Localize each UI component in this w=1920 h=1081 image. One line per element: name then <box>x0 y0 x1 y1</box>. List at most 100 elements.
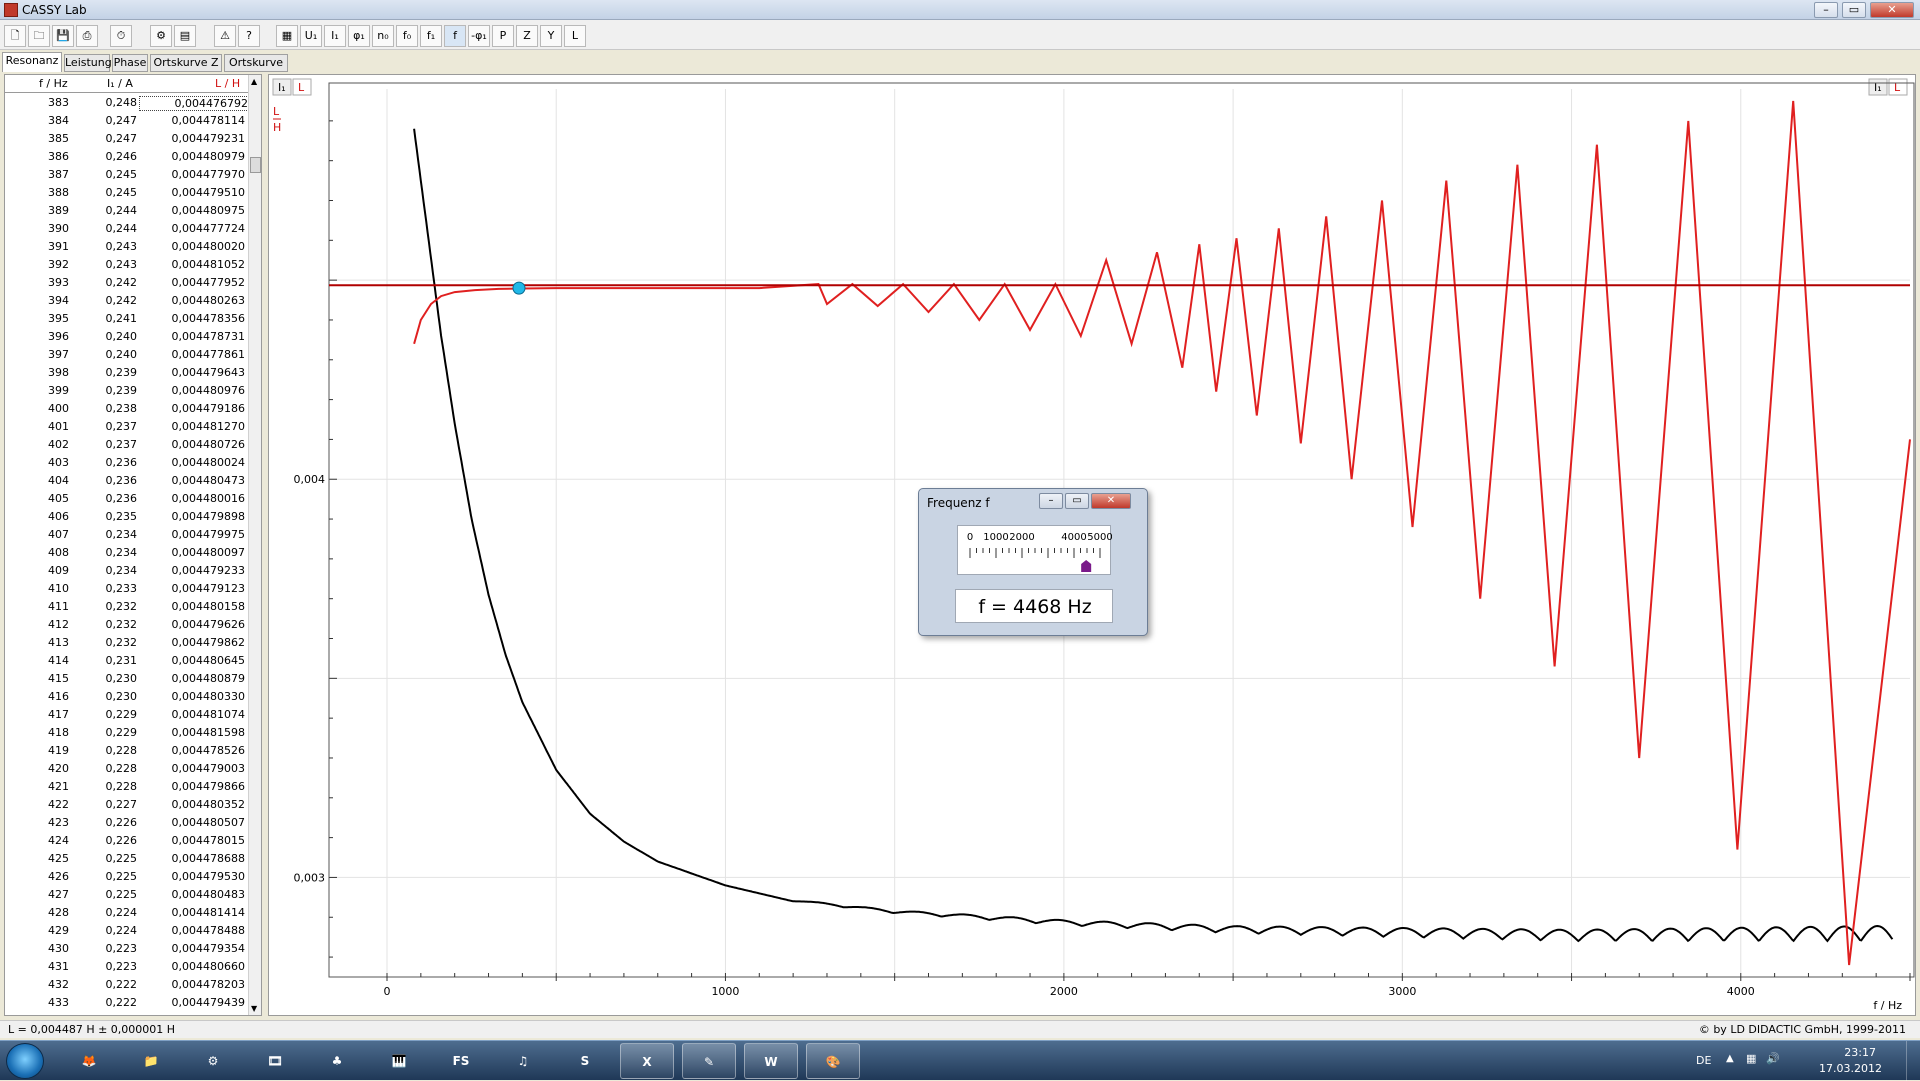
table-row[interactable]: 418 0,229 0,004481598 <box>5 724 250 742</box>
frequency-window-maximize[interactable]: ▭ <box>1065 493 1089 509</box>
quantity-button-10[interactable]: Y <box>540 25 562 47</box>
table-row[interactable]: 405 0,236 0,004480016 <box>5 490 250 508</box>
table-row[interactable]: 420 0,228 0,004479003 <box>5 760 250 778</box>
table-row[interactable]: 387 0,245 0,004477970 <box>5 166 250 184</box>
table-row[interactable]: 416 0,230 0,004480330 <box>5 688 250 706</box>
tab-ortskurve-z[interactable]: Ortskurve Z <box>150 54 222 72</box>
quantity-button-2[interactable]: φ₁ <box>348 25 370 47</box>
scroll-down-icon[interactable]: ▼ <box>251 1004 257 1013</box>
table-row[interactable]: 399 0,239 0,004480976 <box>5 382 250 400</box>
save-icon[interactable]: 💾 <box>52 25 74 47</box>
tray-expand-icon[interactable]: ▲ <box>1726 1053 1734 1064</box>
taskbar-firefox-icon[interactable]: 🦊 <box>62 1043 116 1079</box>
table-row[interactable]: 413 0,232 0,004479862 <box>5 634 250 652</box>
quantity-button-1[interactable]: I₁ <box>324 25 346 47</box>
table-row[interactable]: 392 0,243 0,004481052 <box>5 256 250 274</box>
table-row[interactable]: 394 0,242 0,004480263 <box>5 292 250 310</box>
taskbar-word-icon[interactable]: W <box>744 1043 798 1079</box>
settings-icon[interactable]: ⚙ <box>150 25 172 47</box>
table-row[interactable]: 411 0,232 0,004480158 <box>5 598 250 616</box>
quantity-button-9[interactable]: Z <box>516 25 538 47</box>
table-row[interactable]: 415 0,230 0,004480879 <box>5 670 250 688</box>
quantity-button-0[interactable]: U₁ <box>300 25 322 47</box>
table-row[interactable]: 407 0,234 0,004479975 <box>5 526 250 544</box>
table-row[interactable]: 414 0,231 0,004480645 <box>5 652 250 670</box>
table-row[interactable]: 404 0,236 0,004480473 <box>5 472 250 490</box>
column-header-f[interactable]: f / Hz <box>39 77 68 90</box>
quantity-button-4[interactable]: f₀ <box>396 25 418 47</box>
table-row[interactable]: 417 0,229 0,004481074 <box>5 706 250 724</box>
table-row[interactable]: 401 0,237 0,004481270 <box>5 418 250 436</box>
table-row[interactable]: 383 0,248 0,004476792 <box>5 94 250 112</box>
table-row[interactable]: 398 0,239 0,004479643 <box>5 364 250 382</box>
table-row[interactable]: 425 0,225 0,004478688 <box>5 850 250 868</box>
quantity-button-8[interactable]: P <box>492 25 514 47</box>
table-row[interactable]: 428 0,224 0,004481414 <box>5 904 250 922</box>
taskbar-games-icon[interactable]: ♣ <box>310 1043 364 1079</box>
close-button[interactable]: ✕ <box>1870 2 1914 18</box>
table-row[interactable]: 396 0,240 0,004478731 <box>5 328 250 346</box>
frequency-pointer-icon[interactable] <box>1081 560 1092 572</box>
table-row[interactable]: 385 0,247 0,004479231 <box>5 130 250 148</box>
help-icon[interactable]: ? <box>238 25 260 47</box>
taskbar-itunes-icon[interactable]: ♫ <box>496 1043 550 1079</box>
table-row[interactable]: 390 0,244 0,004477724 <box>5 220 250 238</box>
table-row[interactable]: 421 0,228 0,004479866 <box>5 778 250 796</box>
table-row[interactable]: 430 0,223 0,004479354 <box>5 940 250 958</box>
speaker-icon[interactable]: 🔊 <box>1766 1052 1780 1065</box>
frequency-window-minimize[interactable]: – <box>1039 493 1063 509</box>
table-row[interactable]: 400 0,238 0,004479186 <box>5 400 250 418</box>
taskbar-piano-icon[interactable]: 🎹 <box>372 1043 426 1079</box>
table-scrollbar[interactable]: ▲ ▼ <box>248 75 261 1015</box>
column-header-l[interactable]: L / H <box>215 77 240 90</box>
table-row[interactable]: 432 0,222 0,004478203 <box>5 976 250 994</box>
table-row[interactable]: 419 0,228 0,004478526 <box>5 742 250 760</box>
table-row[interactable]: 391 0,243 0,004480020 <box>5 238 250 256</box>
table-row[interactable]: 389 0,244 0,004480975 <box>5 202 250 220</box>
table-row[interactable]: 397 0,240 0,004477861 <box>5 346 250 364</box>
table-row[interactable]: 406 0,235 0,004479898 <box>5 508 250 526</box>
table-row[interactable]: 422 0,227 0,004480352 <box>5 796 250 814</box>
taskbar-steam-icon[interactable]: ⚙ <box>186 1043 240 1079</box>
scroll-up-icon[interactable]: ▲ <box>251 77 257 86</box>
language-indicator[interactable]: DE <box>1696 1054 1711 1067</box>
clock-date[interactable]: 17.03.2012 <box>1819 1062 1882 1075</box>
taskbar-excel-icon[interactable]: X <box>620 1043 674 1079</box>
table-row[interactable]: 386 0,246 0,004480979 <box>5 148 250 166</box>
quantity-button-5[interactable]: f₁ <box>420 25 442 47</box>
taskbar-fs-icon[interactable]: FS <box>434 1043 488 1079</box>
maximize-button[interactable]: ▭ <box>1842 2 1866 18</box>
tab-leistung[interactable]: Leistung <box>64 54 112 72</box>
tab-phase[interactable]: Phase <box>112 54 148 72</box>
table-icon[interactable]: ▦ <box>276 25 298 47</box>
quantity-button-11[interactable]: L <box>564 25 586 47</box>
table-row[interactable]: 409 0,234 0,004479233 <box>5 562 250 580</box>
taskbar-media-icon[interactable]: 🎞 <box>248 1043 302 1079</box>
clock-time[interactable]: 23:17 <box>1844 1046 1876 1059</box>
quantity-button-3[interactable]: n₀ <box>372 25 394 47</box>
table-row[interactable]: 426 0,225 0,004479530 <box>5 868 250 886</box>
table-row[interactable]: 424 0,226 0,004478015 <box>5 832 250 850</box>
table-row[interactable]: 427 0,225 0,004480483 <box>5 886 250 904</box>
show-desktop-button[interactable] <box>1906 1041 1920 1081</box>
tab-ortskurve-y[interactable]: Ortskurve Y <box>224 54 288 85</box>
table-row[interactable]: 433 0,222 0,004479439 <box>5 994 250 1012</box>
print-icon[interactable]: ⎙ <box>76 25 98 47</box>
display-icon[interactable]: ▤ <box>174 25 196 47</box>
table-row[interactable]: 402 0,237 0,004480726 <box>5 436 250 454</box>
new-file-icon[interactable]: 🗋 <box>4 25 26 47</box>
network-icon[interactable]: ▦ <box>1746 1052 1756 1065</box>
table-row[interactable]: 403 0,236 0,004480024 <box>5 454 250 472</box>
cursor-marker[interactable] <box>512 281 526 295</box>
taskbar-skype-icon[interactable]: S <box>558 1043 612 1079</box>
warning-icon[interactable]: ⚠ <box>214 25 236 47</box>
table-row[interactable]: 431 0,223 0,004480660 <box>5 958 250 976</box>
scrollbar-thumb[interactable] <box>250 157 261 173</box>
frequency-window[interactable]: Frequenz f – ▭ ✕ 0 1000 2000 4000 5000 f = 4… <box>918 488 1148 636</box>
table-row[interactable]: 429 0,224 0,004478488 <box>5 922 250 940</box>
table-row[interactable]: 410 0,233 0,004479123 <box>5 580 250 598</box>
minimize-button[interactable]: – <box>1814 2 1838 18</box>
taskbar-explorer-icon[interactable]: 📁 <box>124 1043 178 1079</box>
table-row[interactable]: 423 0,226 0,004480507 <box>5 814 250 832</box>
taskbar-paint-icon[interactable]: 🎨 <box>806 1043 860 1079</box>
